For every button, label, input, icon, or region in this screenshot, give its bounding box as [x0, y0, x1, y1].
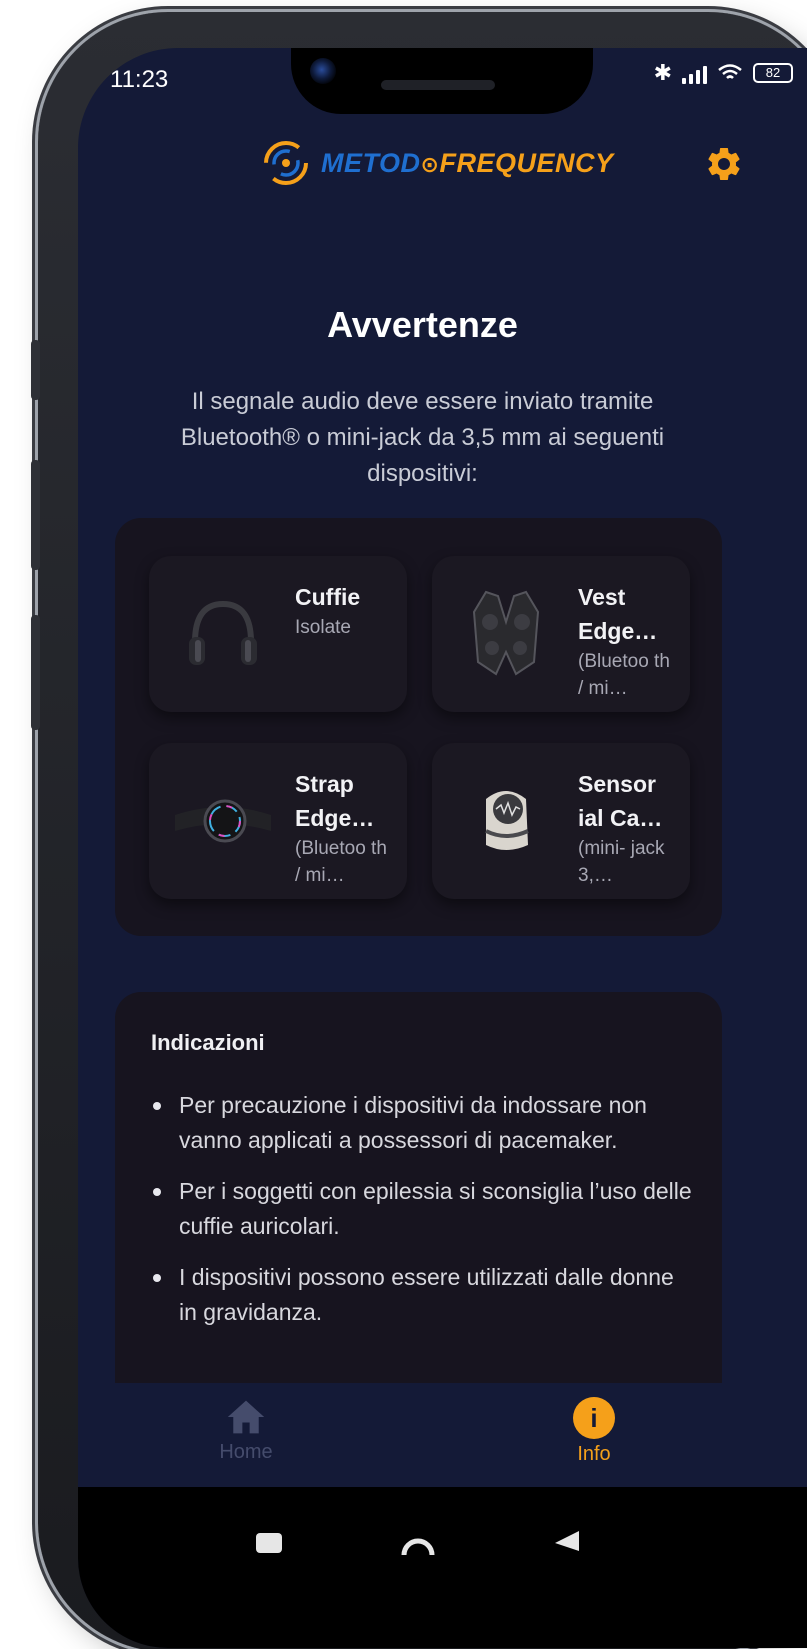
phone-side-button [31, 340, 40, 400]
nav-home[interactable]: Home [186, 1397, 306, 1464]
device-desc: Isolate [295, 617, 351, 638]
logo-wordmark: METOD⊙FREQUENCY [321, 147, 614, 178]
logo-mark-icon [264, 141, 308, 185]
nav-home-label: Home [219, 1441, 273, 1463]
list-item: Per precauzione i dispositivi da indossa… [151, 1088, 696, 1158]
device-name: Cuffie [295, 584, 361, 610]
headphones-icon [189, 600, 257, 665]
back-button[interactable] [553, 1529, 581, 1553]
list-item: Per i soggetti con epilessia si sconsigl… [151, 1174, 696, 1244]
page-subtitle: Il segnale audio deve essere inviato tra… [180, 388, 665, 487]
bluetooth-icon: ✱ [653, 60, 672, 85]
device-card-strap-edge[interactable]: Strap Edge… (Bluetoo th / mi… [149, 743, 407, 899]
device-name: Vest Edge… [578, 584, 658, 644]
app-logo: METOD⊙FREQUENCY [263, 140, 613, 186]
vest-icon [472, 590, 540, 676]
recents-button[interactable] [256, 1533, 282, 1553]
indications-title: Indicazioni [151, 1030, 265, 1055]
device-name: Strap Edge… [295, 771, 375, 831]
gear-icon[interactable] [704, 144, 744, 184]
home-button[interactable] [400, 1527, 436, 1557]
wifi-icon [717, 63, 743, 83]
bullet-icon [153, 1102, 161, 1110]
home-icon [227, 1400, 265, 1434]
device-desc: (Bluetoo th / mi… [295, 838, 387, 886]
front-camera [310, 58, 336, 84]
status-time: 11:23 [110, 66, 169, 93]
bottom-navigation: Home i Info [78, 1383, 807, 1487]
info-icon: i [573, 1397, 615, 1439]
device-name: Sensor ial Ca… [578, 771, 663, 831]
phone-volume-up-button [31, 460, 40, 570]
nav-info-label: Info [577, 1443, 611, 1465]
device-desc: (Bluetoo th / mi… [578, 651, 670, 699]
nav-info[interactable]: i Info [534, 1397, 654, 1466]
devices-panel: Cuffie Isolate Vest Edge… (Bluetoo th / … [115, 518, 722, 936]
system-navigation-bar [78, 1487, 807, 1648]
device-card-vest-edge[interactable]: Vest Edge… (Bluetoo th / mi… [432, 556, 690, 712]
indications-panel: Indicazioni Per precauzione i dispositiv… [115, 992, 722, 1442]
app-screen: 11:23 ✱ 82 METOD⊙FREQUENCY Avvertenze Il… [78, 48, 807, 1648]
phone-volume-down-button [31, 615, 40, 730]
bullet-icon [153, 1274, 161, 1282]
battery-icon: 82 [753, 63, 793, 83]
status-icons: ✱ 82 [654, 62, 793, 84]
device-desc: (mini- jack 3,… [578, 838, 665, 886]
device-card-cuffie[interactable]: Cuffie Isolate [149, 556, 407, 712]
signal-icon [682, 62, 707, 84]
speaker-grille [381, 80, 495, 90]
device-card-sensorial-cap[interactable]: Sensor ial Ca… (mini- jack 3,… [432, 743, 690, 899]
strap-icon [175, 799, 271, 843]
sensorial-cap-icon [485, 791, 529, 850]
indications-list: Per precauzione i dispositivi da indossa… [151, 1088, 696, 1346]
bullet-icon [153, 1188, 161, 1196]
list-item: I dispositivi possono essere utilizzati … [151, 1260, 696, 1330]
page-title: Avvertenze [327, 304, 518, 345]
